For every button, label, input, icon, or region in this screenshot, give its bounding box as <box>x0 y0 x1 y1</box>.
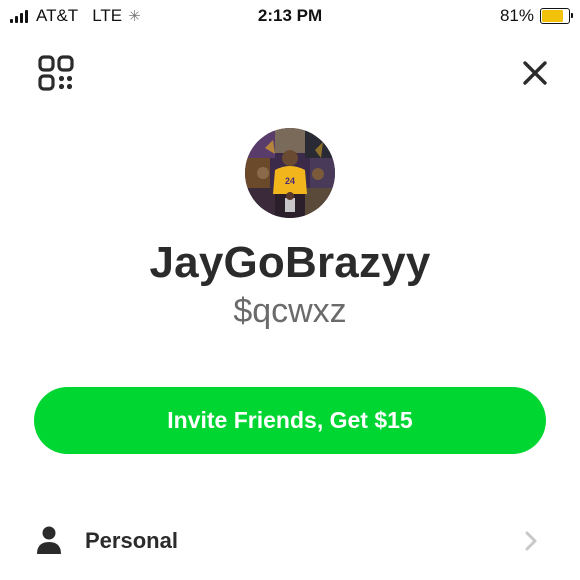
menu-item-personal[interactable]: Personal <box>0 516 580 566</box>
battery-fill <box>542 10 564 22</box>
battery-percent: 81% <box>499 6 534 25</box>
cashtag: $qcwxz <box>233 292 347 330</box>
svg-text:24: 24 <box>285 176 295 186</box>
avatar[interactable]: 24 <box>245 128 335 218</box>
person-icon <box>36 525 62 555</box>
display-name: JayGoBrazyy <box>149 238 431 287</box>
battery-icon <box>540 8 573 24</box>
invite-friends-button[interactable]: Invite Friends, Get $15 <box>34 387 546 454</box>
status-right: 81% <box>499 6 573 26</box>
qr-code-icon[interactable] <box>38 55 74 91</box>
status-time: 2:13 PM <box>257 6 323 25</box>
status-bar: AT&T LTE ✳ 2:13 PM 81% <box>0 0 580 32</box>
battery-cap <box>571 13 573 18</box>
close-icon[interactable] <box>522 60 548 86</box>
profile-screen: AT&T LTE ✳ 2:13 PM 81% 24 JayGoBrazyy $q… <box>0 0 580 580</box>
avatar-photo-image: 24 <box>245 128 335 218</box>
chevron-right-icon <box>524 530 538 552</box>
menu-item-label: Personal <box>85 528 178 553</box>
